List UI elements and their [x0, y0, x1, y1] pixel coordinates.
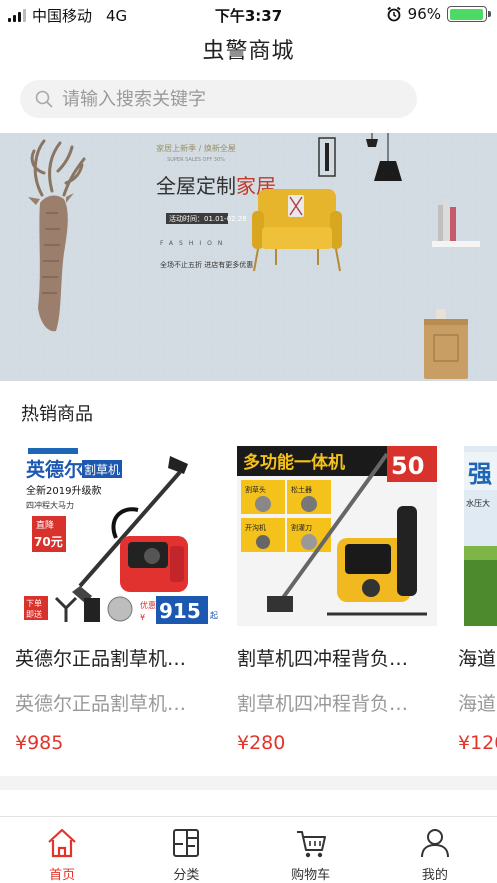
banner-headline: 全屋定制家居 [156, 174, 276, 198]
svg-text:水压大: 水压大 [466, 498, 490, 508]
tab-label: 分类 [173, 868, 200, 883]
banner-subtagline: SUPER SALES OFF 30% [167, 157, 225, 163]
battery-percent: 96% [407, 5, 441, 23]
app-screen: 中国移动 4G 下午3:37 96% 虫警商城 请输入搜索关键字 家居上新季 /… [0, 0, 497, 883]
category-icon [173, 829, 200, 857]
product-image[interactable]: 强 水压大 [464, 446, 497, 626]
header: 虫警商城 [0, 28, 497, 76]
home-icon [48, 828, 76, 858]
tab-home[interactable]: 首页 [0, 817, 124, 883]
page-title: 虫警商城 [202, 39, 295, 64]
svg-text:70元: 70元 [34, 535, 63, 549]
tab-bar: 首页 分类 购物车 我的 [0, 816, 497, 883]
product-price: ¥120 [458, 732, 497, 754]
svg-text:强: 强 [468, 460, 492, 488]
product-image[interactable]: 英德尔 割草机 全新2019升级款 四冲程大马力 直降 70元 下单 即送 优惠… [20, 446, 220, 626]
svg-text:开沟机: 开沟机 [245, 523, 266, 532]
section-title-hot: 热销商品 [21, 404, 93, 425]
search-bar[interactable] [20, 80, 417, 118]
svg-text:¥: ¥ [140, 613, 145, 622]
svg-text:直降: 直降 [36, 519, 54, 531]
svg-text:松土器: 松土器 [291, 485, 312, 494]
tab-category[interactable]: 分类 [124, 817, 248, 883]
product-subtitle: 英德尔正品割草机… [15, 693, 187, 715]
product-carousel[interactable]: 英德尔 割草机 全新2019升级款 四冲程大马力 直降 70元 下单 即送 优惠… [0, 446, 497, 766]
tab-cart[interactable]: 购物车 [249, 817, 373, 883]
product-name[interactable]: 英德尔正品割草机… [15, 644, 225, 671]
tab-profile[interactable]: 我的 [373, 817, 497, 883]
product-name[interactable]: 海道 [458, 644, 497, 671]
product-subtitle: 海道 [458, 693, 497, 715]
product-name[interactable]: 割草机四冲程背负… [237, 644, 447, 671]
svg-text:割灌刀: 割灌刀 [291, 523, 312, 532]
product-card[interactable]: 多功能一体机 50 割草头 松土器 开沟机 割灌刀 割草机四冲程背负… 割草机四… [237, 446, 447, 754]
product-card[interactable]: 英德尔 割草机 全新2019升级款 四冲程大马力 直降 70元 下单 即送 优惠… [15, 446, 225, 754]
cart-icon [296, 831, 326, 858]
svg-text:四冲程大马力: 四冲程大马力 [26, 500, 74, 510]
svg-text:全新2019升级款: 全新2019升级款 [26, 484, 101, 497]
product-card[interactable]: 强 水压大 海道 海道 ¥120 [458, 446, 497, 754]
product-image[interactable]: 多功能一体机 50 割草头 松土器 开沟机 割灌刀 [237, 446, 437, 626]
banner-footer-note: 全场不止五折 进店有更多优惠 [160, 260, 253, 269]
alarm-icon [387, 6, 401, 22]
svg-text:50: 50 [391, 452, 424, 480]
status-right: 96% [386, 5, 491, 23]
search-input[interactable] [62, 88, 392, 110]
banner-tagline: 家居上新季 / 焕新全屋 [156, 143, 236, 153]
banner-fashion-text: FASHION [160, 240, 228, 247]
svg-text:起: 起 [210, 611, 218, 620]
banner-artwork: 家居上新季 / 焕新全屋 SUPER SALES OFF 30% 全屋定制家居 … [0, 133, 497, 381]
svg-text:即送: 即送 [26, 609, 42, 619]
section-divider [0, 776, 497, 790]
battery-icon [447, 6, 491, 22]
cabinet-decor [424, 309, 468, 379]
product-price: ¥985 [15, 732, 64, 754]
svg-text:915: 915 [159, 599, 201, 623]
status-bar: 中国移动 4G 下午3:37 96% [0, 0, 497, 28]
product-subtitle: 割草机四冲程背负… [237, 693, 409, 715]
battery-fill [449, 8, 484, 20]
banner-date-badge: 活动时间：01.01-02.28 [169, 214, 247, 223]
svg-text:英德尔: 英德尔 [26, 458, 83, 481]
search-icon [35, 90, 53, 108]
svg-text:下单: 下单 [26, 598, 42, 608]
tab-label: 购物车 [291, 868, 331, 883]
svg-text:割草机: 割草机 [84, 462, 120, 477]
svg-text:多功能一体机: 多功能一体机 [243, 452, 345, 473]
promo-banner[interactable]: 家居上新季 / 焕新全屋 SUPER SALES OFF 30% 全屋定制家居 … [0, 133, 497, 381]
tab-label: 我的 [421, 868, 448, 883]
user-icon [420, 829, 449, 858]
svg-text:割草头: 割草头 [245, 485, 266, 494]
product-price: ¥280 [237, 732, 286, 754]
tab-label: 首页 [49, 868, 76, 883]
